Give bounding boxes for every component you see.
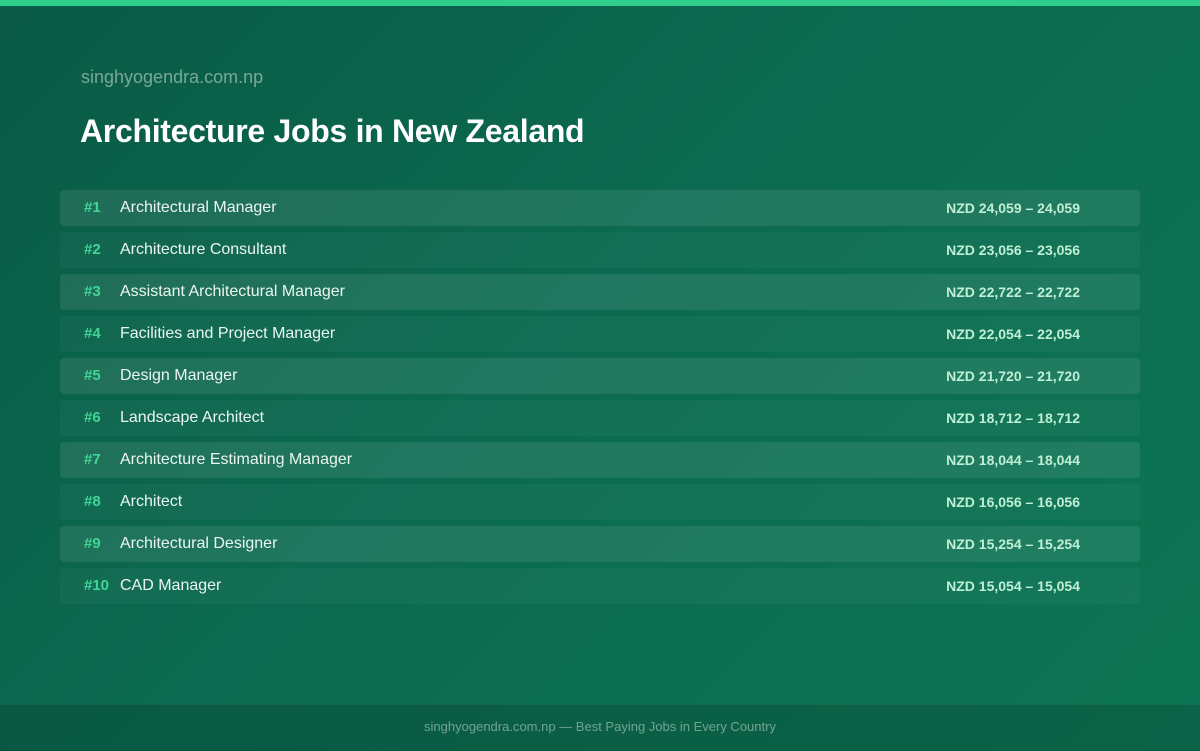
job-rank: #8 <box>84 493 101 510</box>
job-row: #3 Assistant Architectural Manager NZD 2… <box>60 274 1140 310</box>
top-accent-bar <box>0 0 1200 6</box>
job-rank: #5 <box>84 367 101 384</box>
job-title: Architecture Consultant <box>120 241 287 258</box>
job-row: #7 Architecture Estimating Manager NZD 1… <box>60 442 1140 478</box>
job-title: CAD Manager <box>120 577 222 594</box>
job-title: Assistant Architectural Manager <box>120 283 345 300</box>
job-title: Architecture Estimating Manager <box>120 451 353 468</box>
job-row: #10 CAD Manager NZD 15,054 – 15,054 <box>60 568 1140 604</box>
job-salary: NZD 24,059 – 24,059 <box>946 200 1080 216</box>
job-title: Design Manager <box>120 367 238 384</box>
job-row: #1 Architectural Manager NZD 24,059 – 24… <box>60 190 1140 226</box>
job-salary: NZD 22,722 – 22,722 <box>946 284 1080 300</box>
page-title: Architecture Jobs in New Zealand <box>80 113 585 149</box>
job-row: #5 Design Manager NZD 21,720 – 21,720 <box>60 358 1140 394</box>
footer-text: singhyogendra.com.np — Best Paying Jobs … <box>424 719 776 734</box>
job-salary: NZD 22,054 – 22,054 <box>946 326 1080 342</box>
footer: singhyogendra.com.np — Best Paying Jobs … <box>0 704 1200 751</box>
job-title: Architectural Manager <box>120 199 277 216</box>
job-salary: NZD 18,044 – 18,044 <box>946 452 1080 468</box>
job-rank: #3 <box>84 283 101 300</box>
job-salary: NZD 16,056 – 16,056 <box>946 494 1080 510</box>
job-title: Architectural Designer <box>120 535 278 552</box>
job-rank: #2 <box>84 241 101 258</box>
job-salary: NZD 21,720 – 21,720 <box>946 368 1080 384</box>
job-rank: #4 <box>84 325 101 342</box>
job-title: Facilities and Project Manager <box>120 325 336 342</box>
job-salary: NZD 15,254 – 15,254 <box>946 536 1080 552</box>
job-salary: NZD 23,056 – 23,056 <box>946 242 1080 258</box>
job-row: #6 Landscape Architect NZD 18,712 – 18,7… <box>60 400 1140 436</box>
job-title: Architect <box>120 493 183 510</box>
job-salary: NZD 15,054 – 15,054 <box>946 578 1080 594</box>
job-rank: #6 <box>84 409 101 426</box>
job-salary: NZD 18,712 – 18,712 <box>946 410 1080 426</box>
job-row: #4 Facilities and Project Manager NZD 22… <box>60 316 1140 352</box>
job-rank: #10 <box>84 577 110 594</box>
site-name: singhyogendra.com.np <box>81 67 264 87</box>
job-title: Landscape Architect <box>120 409 265 426</box>
jobs-list: #1 Architectural Manager NZD 24,059 – 24… <box>60 190 1140 610</box>
job-row: #8 Architect NZD 16,056 – 16,056 <box>60 484 1140 520</box>
job-rank: #9 <box>84 535 101 552</box>
job-rank: #1 <box>84 199 101 216</box>
job-rank: #7 <box>84 451 101 468</box>
job-row: #2 Architecture Consultant NZD 23,056 – … <box>60 232 1140 268</box>
job-row: #9 Architectural Designer NZD 15,254 – 1… <box>60 526 1140 562</box>
